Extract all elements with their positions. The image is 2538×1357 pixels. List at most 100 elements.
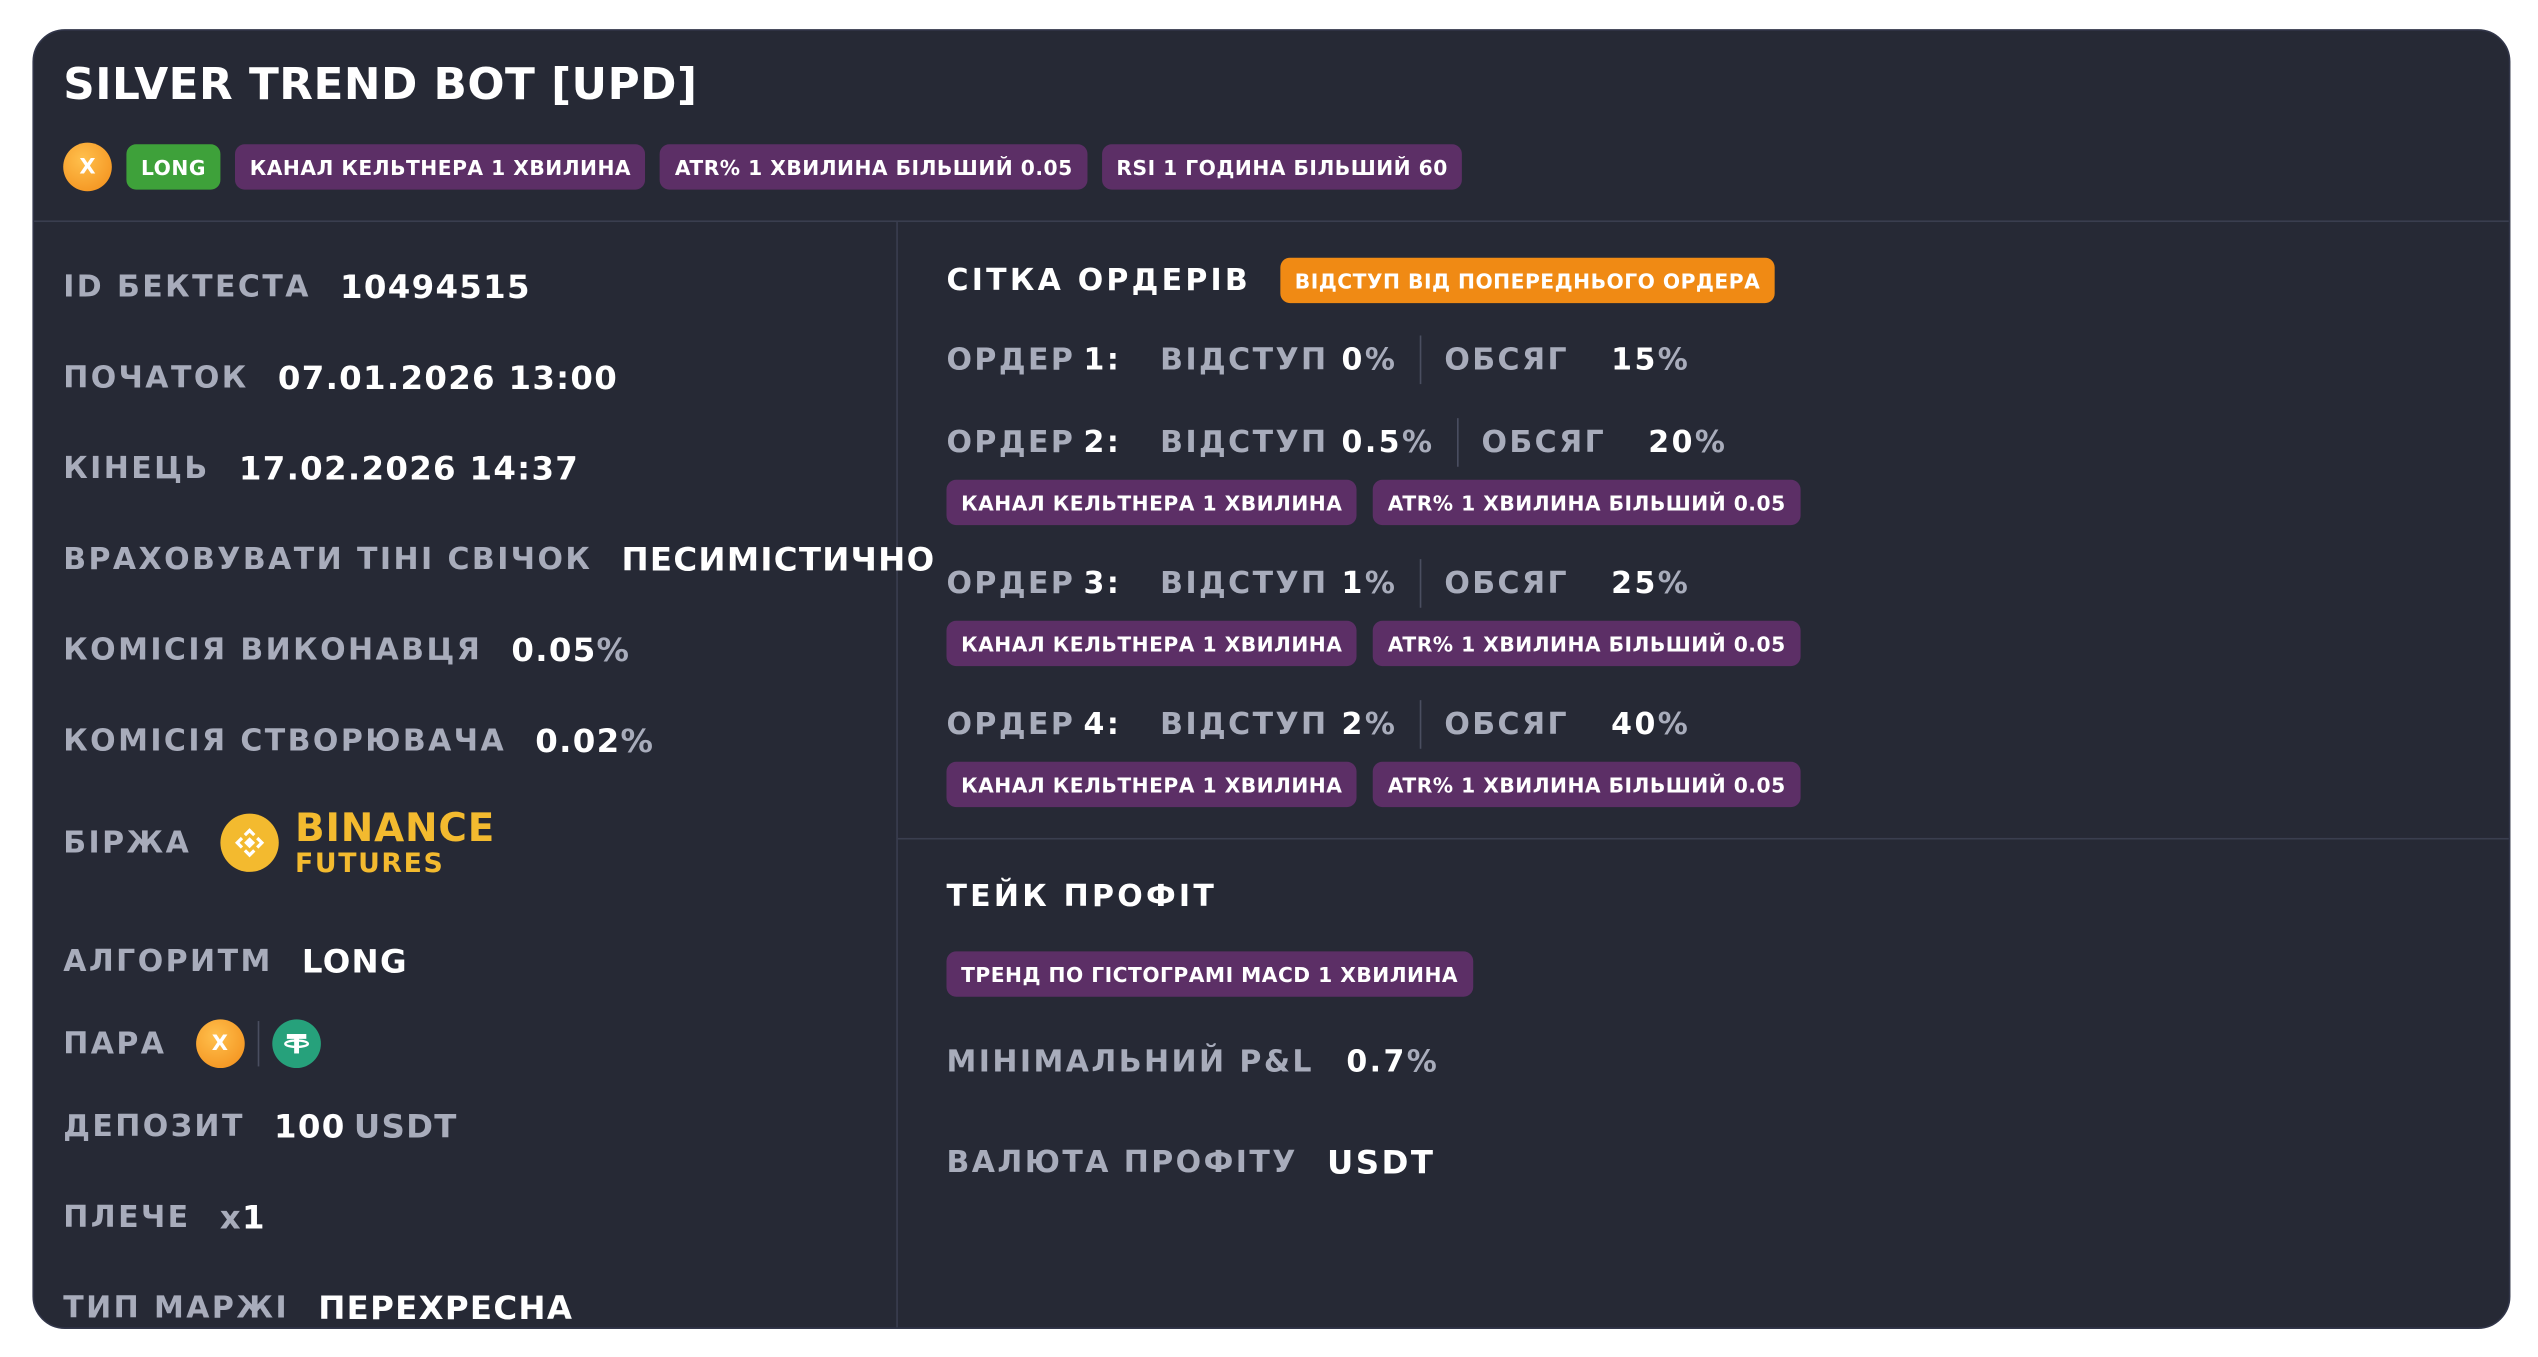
offset-label: ВІДСТУП	[1160, 707, 1329, 742]
order-number: 3:	[1083, 566, 1122, 601]
deposit-row: ДЕПОЗИТ 100 USDT	[63, 1102, 458, 1151]
condition-tag: ATR% 1 ХВИЛИНА БІЛЬШИЙ 0.05	[1373, 761, 1801, 808]
maker-fee-unit: %	[620, 721, 655, 761]
order-conditions: КАНАЛ КЕЛЬТНЕРА 1 ХВИЛИНА ATR% 1 ХВИЛИНА…	[946, 620, 1801, 667]
leverage-prefix: x	[219, 1197, 242, 1237]
end-row: КІНЕЦЬ 17.02.2026 14:37	[63, 444, 579, 493]
min-pnl-label: МІНІМАЛЬНИЙ P&L	[946, 1044, 1314, 1079]
exchange-row: БІРЖА BINANCE FUTURES	[63, 805, 496, 879]
shadows-value: ПЕСИМІСТИЧНО	[621, 539, 936, 579]
profit-currency-row: ВАЛЮТА ПРОФІТУ USDT	[946, 1138, 1435, 1187]
offset-unit: %	[1364, 566, 1398, 601]
volume-value: 25	[1611, 566, 1658, 601]
coin-icon: X	[63, 142, 112, 192]
order-conditions: КАНАЛ КЕЛЬТНЕРА 1 ХВИЛИНА ATR% 1 ХВИЛИНА…	[946, 761, 1801, 808]
backtest-id-row: ID БЕКТЕСТА 10494515	[63, 263, 531, 312]
volume-label: ОБСЯГ	[1444, 707, 1570, 742]
deposit-label: ДЕПОЗИТ	[63, 1109, 245, 1144]
order-divider	[1420, 335, 1422, 385]
condition-tag: ATR% 1 ХВИЛИНА БІЛЬШИЙ 0.05	[1373, 479, 1801, 526]
volume-unit: %	[1694, 425, 1728, 460]
offset-value: 0.5	[1341, 425, 1402, 460]
end-label: КІНЕЦЬ	[63, 451, 210, 486]
leverage-label: ПЛЕЧЕ	[63, 1200, 191, 1235]
pair-divider	[257, 1021, 259, 1067]
order-row: ОРДЕР 2: ВІДСТУП 0.5% ОБСЯГ 20%	[946, 418, 1727, 467]
taker-fee-row: КОМІСІЯ ВИКОНАВЦЯ 0.05%	[63, 626, 630, 675]
condition-tag: ATR% 1 ХВИЛИНА БІЛЬШИЙ 0.05	[1373, 620, 1801, 667]
order-number: 4:	[1083, 707, 1122, 742]
order-row: ОРДЕР 3: ВІДСТУП 1% ОБСЯГ 25%	[946, 559, 1690, 608]
direction-tag: LONG	[126, 144, 221, 190]
algorithm-row: АЛГОРИТМ LONG	[63, 937, 408, 986]
margin-type-value: ПЕРЕХРЕСНА	[318, 1288, 574, 1328]
order-panel: СІТКА ОРДЕРІВ ВІДСТУП ВІД ПОПЕРЕДНЬОГО О…	[897, 222, 2509, 1327]
offset-label: ВІДСТУП	[1160, 425, 1329, 460]
order-label: ОРДЕР	[946, 425, 1076, 460]
taker-fee-unit: %	[596, 630, 631, 670]
offset-value: 0	[1341, 342, 1365, 377]
leverage-row: ПЛЕЧЕ x1	[63, 1193, 266, 1242]
base-coin-icon: X	[195, 1019, 245, 1069]
order-conditions: КАНАЛ КЕЛЬТНЕРА 1 ХВИЛИНА ATR% 1 ХВИЛИНА…	[946, 479, 1801, 526]
order-grid-title: СІТКА ОРДЕРІВ	[946, 263, 1252, 298]
details-panel: ID БЕКТЕСТА 10494515 ПОЧАТОК 07.01.2026 …	[34, 222, 934, 1328]
algorithm-value: LONG	[301, 941, 408, 981]
profit-currency-label: ВАЛЮТА ПРОФІТУ	[946, 1145, 1298, 1180]
header-badges: X LONG КАНАЛ КЕЛЬТНЕРА 1 ХВИЛИНА ATR% 1 …	[63, 142, 1463, 192]
shadows-label: ВРАХОВУВАТИ ТІНІ СВІЧОК	[63, 542, 593, 577]
min-pnl-unit: %	[1406, 1044, 1440, 1079]
min-pnl-value: 0.7	[1346, 1044, 1407, 1079]
tether-icon	[271, 1019, 321, 1069]
volume-label: ОБСЯГ	[1481, 425, 1607, 460]
start-row: ПОЧАТОК 07.01.2026 13:00	[63, 353, 618, 402]
volume-label: ОБСЯГ	[1444, 566, 1570, 601]
volume-value: 15	[1611, 342, 1658, 377]
deposit-unit: USDT	[353, 1106, 458, 1146]
volume-label: ОБСЯГ	[1444, 342, 1570, 377]
order-label: ОРДЕР	[946, 566, 1076, 601]
min-pnl-row: МІНІМАЛЬНИЙ P&L 0.7%	[946, 1037, 1439, 1086]
offset-value: 1	[1341, 566, 1365, 601]
volume-unit: %	[1657, 342, 1691, 377]
take-profit-title: ТЕЙК ПРОФІТ	[946, 880, 1218, 915]
offset-unit: %	[1364, 342, 1398, 377]
order-label: ОРДЕР	[946, 342, 1076, 377]
condition-tag: ТРЕНД ПО ГІСТОГРАМІ MACD 1 ХВИЛИНА	[946, 951, 1473, 997]
bot-header: SILVER TREND BOT [UPD] X LONG КАНАЛ КЕЛЬ…	[34, 31, 2509, 223]
condition-tag: КАНАЛ КЕЛЬТНЕРА 1 ХВИЛИНА	[946, 620, 1358, 667]
section-divider	[897, 837, 2509, 840]
grid-mode-tag: ВІДСТУП ВІД ПОПЕРЕДНЬОГО ОРДЕРА	[1280, 257, 1775, 304]
taker-fee-label: КОМІСІЯ ВИКОНАВЦЯ	[63, 632, 483, 667]
offset-unit: %	[1401, 425, 1435, 460]
condition-tag: RSI 1 ГОДИНА БІЛЬШИЙ 60	[1101, 144, 1463, 190]
order-number: 2:	[1083, 425, 1122, 460]
backtest-id-label: ID БЕКТЕСТА	[63, 269, 311, 304]
taker-fee-value: 0.05	[511, 630, 597, 670]
offset-label: ВІДСТУП	[1160, 342, 1329, 377]
offset-label: ВІДСТУП	[1160, 566, 1329, 601]
volume-value: 40	[1611, 707, 1658, 742]
condition-tag: ATR% 1 ХВИЛИНА БІЛЬШИЙ 0.05	[660, 144, 1088, 190]
maker-fee-value: 0.02	[535, 721, 621, 761]
pair-label: ПАРА	[63, 1026, 167, 1061]
deposit-value: 100	[274, 1106, 346, 1146]
margin-type-row: ТИП МАРЖІ ПЕРЕХРЕСНА	[63, 1284, 574, 1328]
start-value: 07.01.2026 13:00	[277, 358, 619, 398]
order-label: ОРДЕР	[946, 707, 1076, 742]
volume-value: 20	[1648, 425, 1695, 460]
order-number: 1:	[1083, 342, 1122, 377]
condition-tag: КАНАЛ КЕЛЬТНЕРА 1 ХВИЛИНА	[235, 144, 646, 190]
leverage-value: 1	[241, 1197, 266, 1237]
volume-unit: %	[1657, 566, 1691, 601]
start-label: ПОЧАТОК	[63, 360, 249, 395]
algorithm-label: АЛГОРИТМ	[63, 944, 273, 979]
pair-row: ПАРА X	[63, 1019, 321, 1069]
order-row: ОРДЕР 4: ВІДСТУП 2% ОБСЯГ 40%	[946, 700, 1690, 749]
exchange-market: FUTURES	[294, 847, 445, 879]
exchange-brand: BINANCE	[294, 805, 496, 851]
order-row: ОРДЕР 1: ВІДСТУП 0% ОБСЯГ 15%	[946, 335, 1691, 385]
maker-fee-label: КОМІСІЯ СТВОРЮВАЧА	[63, 723, 507, 758]
maker-fee-row: КОМІСІЯ СТВОРЮВАЧА 0.02%	[63, 716, 654, 765]
order-grid-header: СІТКА ОРДЕРІВ ВІДСТУП ВІД ПОПЕРЕДНЬОГО О…	[946, 257, 1775, 304]
